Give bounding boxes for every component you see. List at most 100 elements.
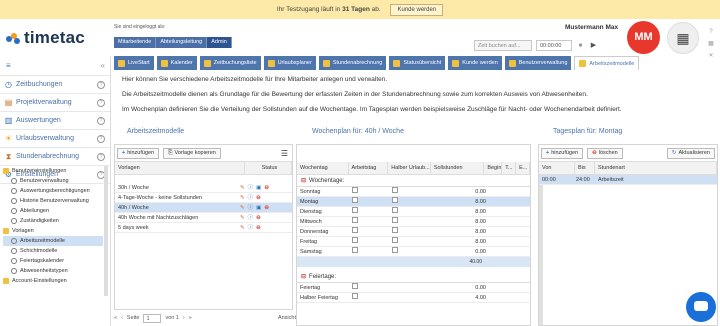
half-vacation-checkbox[interactable] <box>392 206 398 213</box>
delete-icon[interactable]: ⊖ <box>253 223 261 233</box>
role-admin-button[interactable]: Admin <box>207 37 232 48</box>
tab-zeitbuchungsliste[interactable]: Zeitbuchungsliste <box>199 56 261 70</box>
tree-item[interactable]: Abteilungen <box>3 206 103 216</box>
tab-kalender[interactable]: Kalender <box>156 56 197 70</box>
day-plan-scrollbar[interactable] <box>539 185 543 325</box>
header-hour-type[interactable]: Stundenart <box>595 162 717 174</box>
refresh-button[interactable]: ↻ Aktualisieren <box>666 147 715 159</box>
header-templates[interactable]: Vorlagen <box>115 162 245 174</box>
delete-day-entry-button[interactable]: ⊖ löschen <box>587 147 623 159</box>
info-icon[interactable]: ⓘ <box>245 213 254 223</box>
info-icon[interactable]: ⓘ <box>245 223 254 233</box>
help-icon[interactable]: ? <box>97 80 105 89</box>
header-half-vacation[interactable]: Halber Urlaub... <box>388 162 431 174</box>
tree-folder[interactable]: Vorlagen <box>3 226 103 236</box>
help-icon[interactable]: ? <box>97 116 105 125</box>
tab-kunde-werden[interactable]: Kunde werden <box>448 56 502 70</box>
last-page-icon[interactable]: » <box>189 315 192 321</box>
header-weekday[interactable]: Wochentag <box>297 162 349 174</box>
header-to[interactable]: Bis <box>575 162 595 174</box>
collapse-icon[interactable]: ⊟ <box>301 271 306 283</box>
header-begin[interactable]: Beginn <box>484 162 503 174</box>
workday-checkbox[interactable] <box>352 206 358 213</box>
chat-button[interactable] <box>686 292 716 322</box>
tree-item[interactable]: Feiertagskalender <box>3 256 103 266</box>
logo[interactable]: timetac <box>6 26 85 50</box>
header-t[interactable]: T... <box>502 162 517 174</box>
table-row[interactable]: 30h / Woche ✎ ⓘ ▣ ⊖ <box>115 183 292 193</box>
help-icon[interactable]: ? <box>97 134 105 143</box>
become-customer-button[interactable]: Kunde werden <box>390 4 444 16</box>
workday-checkbox[interactable] <box>352 292 358 299</box>
edit-icon[interactable]: ✎ <box>237 203 245 213</box>
table-row[interactable]: Freitag 8.00 <box>297 236 530 247</box>
copy-template-button[interactable]: ⎘ Vorlage kopieren <box>163 147 221 159</box>
table-row[interactable]: Dienstag 8.00 <box>297 206 530 217</box>
half-vacation-checkbox[interactable] <box>392 226 398 233</box>
delete-icon[interactable]: ⊖ <box>261 183 269 193</box>
prev-page-icon[interactable]: ‹ <box>121 315 123 321</box>
collapse-icon[interactable]: ⊟ <box>301 175 306 187</box>
tab-urlaubsplaner[interactable]: Urlaubsplaner <box>263 56 316 70</box>
time-booking-search-input[interactable]: Zeit buchen auf... <box>474 40 532 51</box>
table-row[interactable]: 00:00 24:00 Arbeitszeit <box>539 175 717 185</box>
sidebar-toggle[interactable]: ≡ « <box>0 56 110 76</box>
help-icon[interactable]: ? <box>97 152 105 161</box>
list-view-icon[interactable]: ☰ <box>281 149 288 158</box>
tree-folder[interactable]: Benutzereinstellungen <box>3 166 103 176</box>
tab-livestart[interactable]: LiveStart <box>114 56 154 70</box>
add-model-button[interactable]: + hinzufügen <box>117 147 160 159</box>
tree-item[interactable]: Auswertungsberechtigungen <box>3 186 103 196</box>
sidebar-scrollbar[interactable] <box>104 166 108 296</box>
table-row[interactable]: 40h / Woche ✎ ⓘ ▣ ⊖ <box>115 203 292 213</box>
close-icon[interactable]: ✕ <box>705 50 717 62</box>
sidebar-item-stundenabrechnung[interactable]: ⧗ Stundenabrechnung? <box>0 148 110 166</box>
first-page-icon[interactable]: « <box>114 315 117 321</box>
header-e[interactable]: E... <box>516 162 530 174</box>
table-row[interactable]: 5 days week ✎ ⓘ ⊖ <box>115 223 292 233</box>
table-row[interactable]: Montag 8.00 <box>297 196 530 207</box>
play-icon[interactable]: ▶ <box>589 41 598 50</box>
workday-checkbox[interactable] <box>352 226 358 233</box>
half-vacation-checkbox[interactable] <box>392 196 398 203</box>
sidebar-item-zeitbuchungen[interactable]: ◷ Zeitbuchungen? <box>0 76 110 94</box>
table-row[interactable]: Mittwoch 8.00 <box>297 216 530 227</box>
header-from[interactable]: Von <box>539 162 575 174</box>
delete-icon[interactable]: ⊖ <box>253 213 261 223</box>
add-day-entry-button[interactable]: + hinzufügen <box>541 147 584 159</box>
tab-statusuebersicht[interactable]: Statusübersicht <box>389 56 446 70</box>
doc-icon[interactable]: ▣ <box>253 183 261 193</box>
tree-item[interactable]: Abwesenheitstypen <box>3 266 103 276</box>
tree-item[interactable]: Zuständigkeiten <box>3 216 103 226</box>
workday-checkbox[interactable] <box>352 186 358 193</box>
avatar[interactable]: MM <box>627 21 660 54</box>
group-holidays[interactable]: ⊟ Feiertage: <box>297 271 530 283</box>
role-employee-button[interactable]: Mitarbeitende <box>114 37 157 48</box>
workday-checkbox[interactable] <box>352 216 358 223</box>
workday-checkbox[interactable] <box>352 236 358 243</box>
info-icon[interactable]: ⓘ <box>245 203 254 213</box>
table-row[interactable]: Halber Feiertag 4.00 <box>297 292 530 303</box>
header-status[interactable]: Status <box>245 162 292 174</box>
tree-item[interactable]: Historie Benutzerverwaltung <box>3 196 103 206</box>
sidebar-collapse-icon[interactable]: « <box>101 61 105 70</box>
half-vacation-checkbox[interactable] <box>392 216 398 223</box>
tab-stundenabrechnung[interactable]: Stundenabrechnung <box>318 56 387 70</box>
group-weekdays[interactable]: ⊟ Wochentage: <box>297 175 530 187</box>
workday-checkbox[interactable] <box>352 246 358 253</box>
next-page-icon[interactable]: › <box>183 315 185 321</box>
info-icon[interactable]: ⓘ <box>245 183 254 193</box>
time-display[interactable]: 00:00:00 <box>536 40 572 51</box>
edit-icon[interactable]: ✎ <box>237 213 245 223</box>
half-vacation-checkbox[interactable] <box>392 246 398 253</box>
tab-benutzerverwaltung[interactable]: Benutzerverwaltung <box>504 56 572 70</box>
pause-icon[interactable]: ⏸ <box>576 41 585 50</box>
header-workday[interactable]: Arbeitstag <box>349 162 389 174</box>
table-row[interactable]: 4-Tage-Woche - keine Sollstunden ✎ ⓘ ⊖ <box>115 193 292 203</box>
info-icon[interactable]: ⓘ <box>245 193 254 203</box>
table-row[interactable]: Samstag 0.00 <box>297 246 530 257</box>
sidebar-item-auswertungen[interactable]: ▥ Auswertungen? <box>0 112 110 130</box>
sidebar-item-urlaubsverwaltung[interactable]: ☀ Urlaubsverwaltung? <box>0 130 110 148</box>
tree-item[interactable]: Benutzerverwaltung <box>3 176 103 186</box>
header-target-hours[interactable]: Sollstunden <box>431 162 485 174</box>
